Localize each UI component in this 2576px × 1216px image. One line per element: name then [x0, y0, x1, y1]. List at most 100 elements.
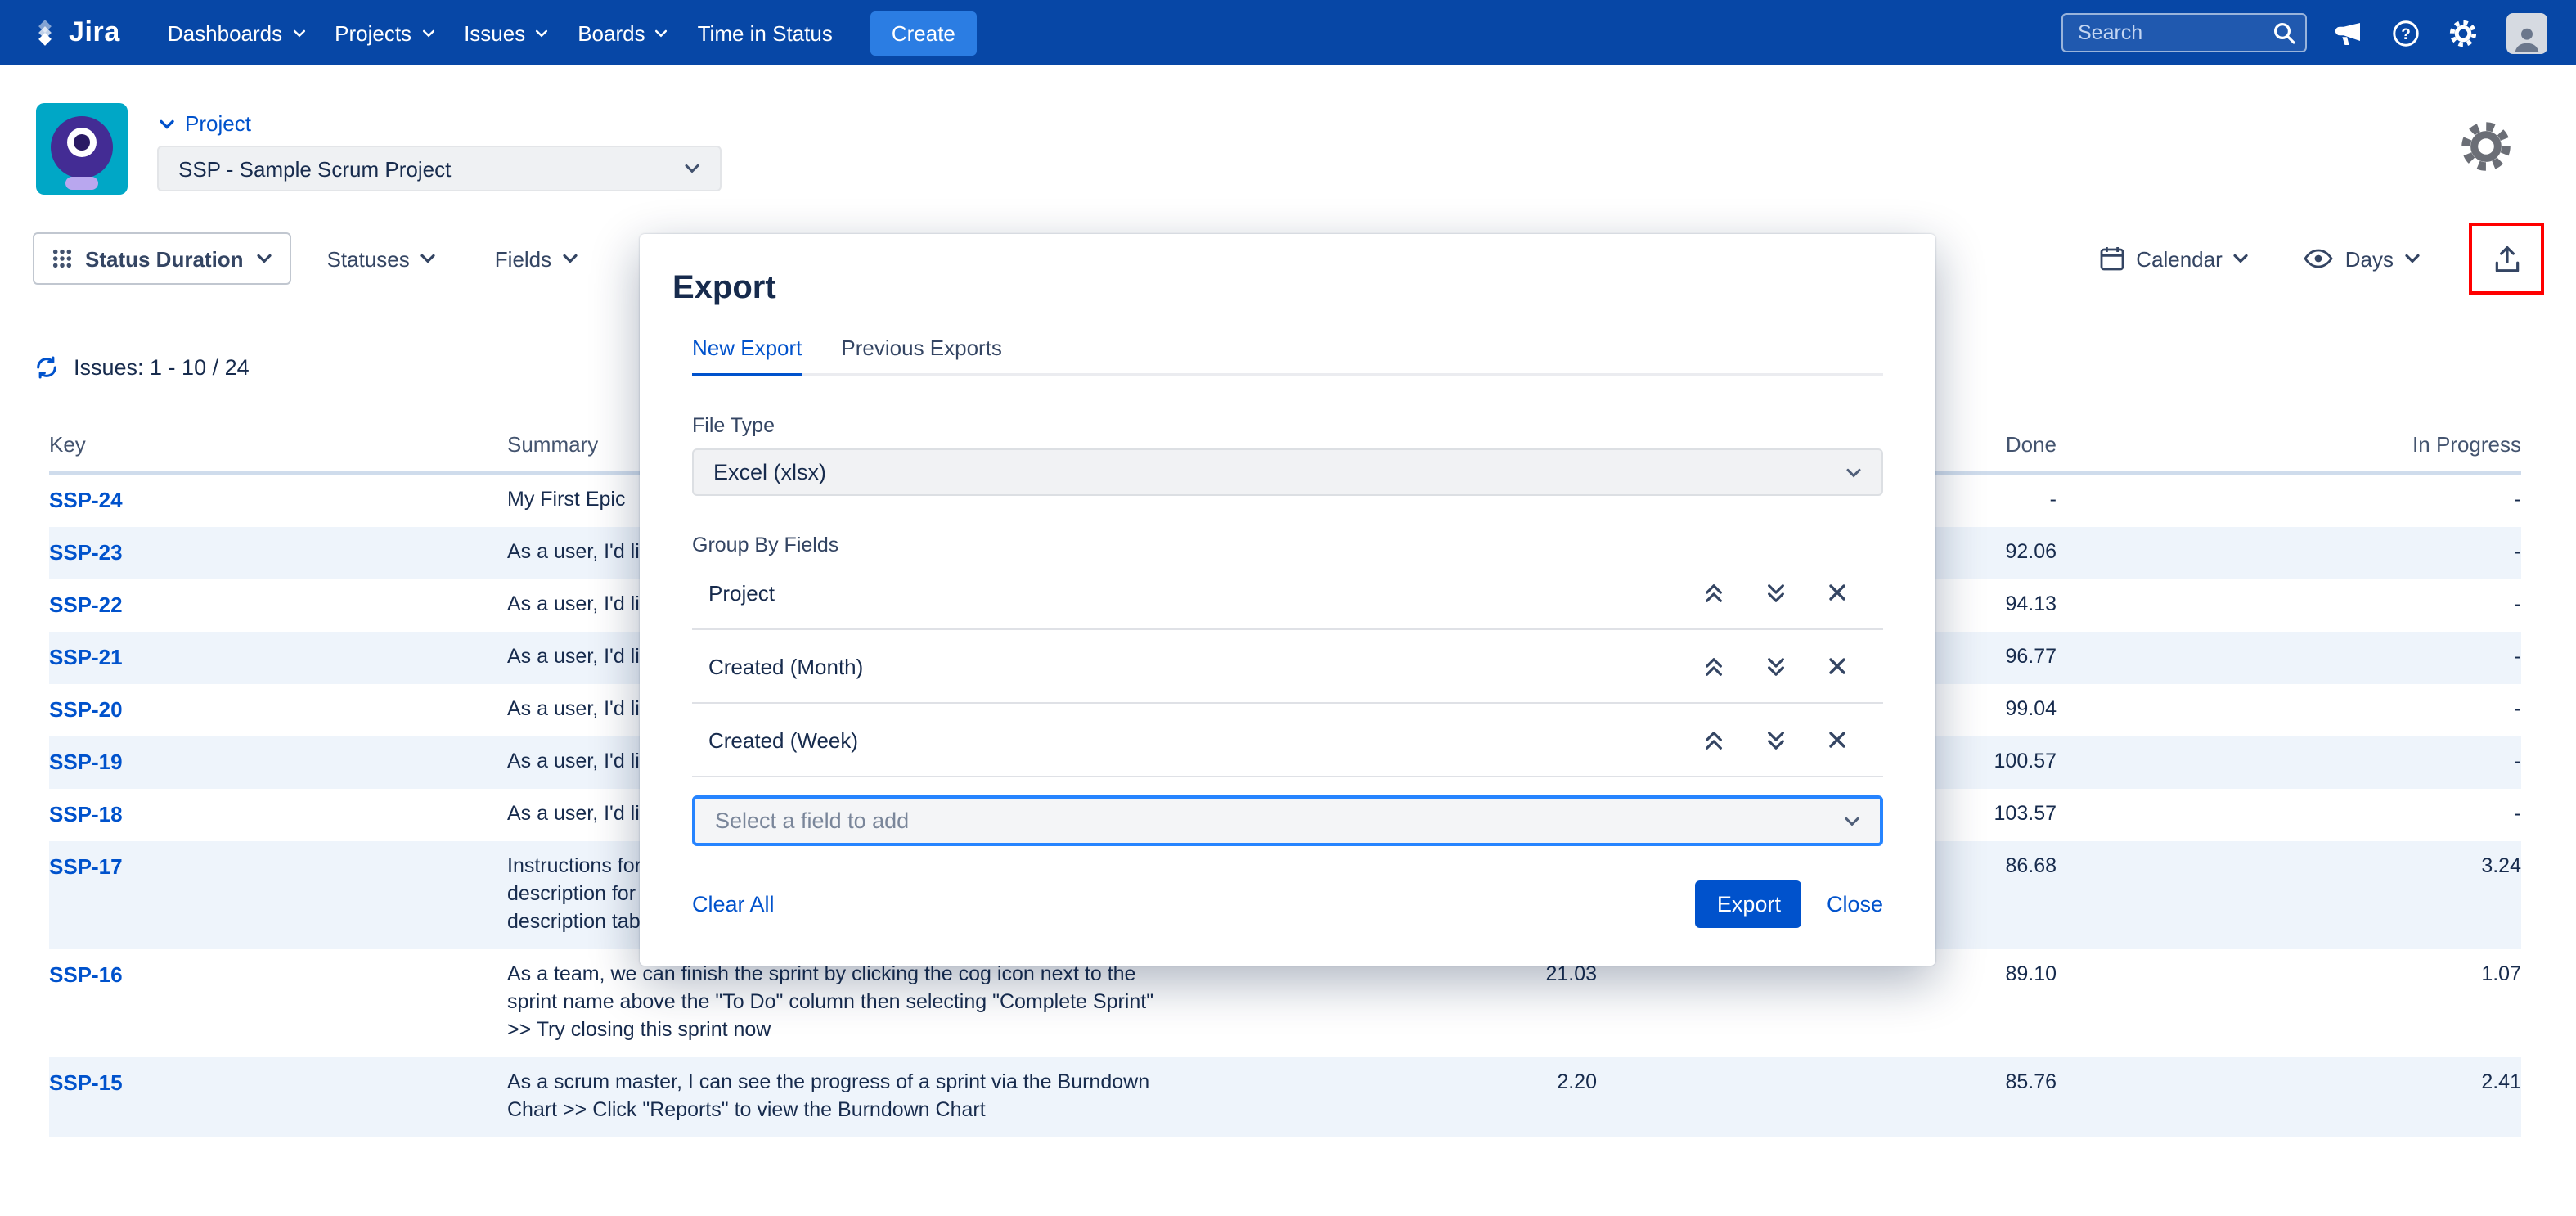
chevron-down-icon — [1845, 467, 1862, 477]
move-up-icon[interactable] — [1703, 582, 1724, 603]
group-field-name: Created (Week) — [708, 727, 858, 752]
search-box — [2061, 13, 2307, 52]
issue-key-link[interactable]: SSP-15 — [49, 1057, 507, 1137]
help-icon[interactable]: ? — [2392, 19, 2420, 47]
chevron-down-icon — [684, 164, 700, 173]
jira-home-link[interactable]: Jira — [29, 16, 120, 49]
nav-item-label: Issues — [464, 20, 525, 45]
group-field-name: Project — [708, 580, 775, 605]
announcement-icon[interactable] — [2335, 20, 2364, 45]
issue-in-progress-value: - — [2057, 632, 2521, 684]
calendar-icon — [2098, 245, 2124, 272]
fields-dropdown[interactable]: Fields — [495, 246, 578, 271]
export-icon[interactable] — [2491, 243, 2522, 274]
avatar-eye — [67, 128, 97, 157]
nav-item-label: Projects — [335, 20, 411, 45]
issues-count-text: Issues: 1 - 10 / 24 — [74, 355, 250, 380]
statuses-dropdown[interactable]: Statuses — [327, 246, 436, 271]
issue-in-progress-value: - — [2057, 473, 2521, 527]
project-select[interactable]: SSP - Sample Scrum Project — [157, 146, 722, 191]
footer-actions: Export Close — [1696, 880, 1883, 928]
chevron-down-icon — [257, 254, 272, 263]
annotation-highlight-box — [2469, 223, 2544, 295]
grid-icon — [52, 249, 72, 268]
project-section-toggle[interactable]: Project — [159, 111, 251, 136]
issue-col3-value: 2.20 — [1129, 1057, 1597, 1137]
top-nav: Jira Dashboards Projects Issues Boards T… — [0, 0, 2576, 65]
group-row-actions — [1703, 655, 1847, 677]
nav-item-time-in-status[interactable]: Time in Status — [683, 0, 847, 65]
nav-item-label: Dashboards — [168, 20, 282, 45]
group-field-row: Created (Month) — [692, 630, 1883, 704]
move-up-icon[interactable] — [1703, 729, 1724, 750]
view-selector-button[interactable]: Status Duration — [33, 232, 291, 285]
refresh-icon[interactable] — [34, 355, 59, 380]
move-down-icon[interactable] — [1765, 655, 1787, 677]
file-type-select[interactable]: Excel (xlsx) — [692, 448, 1883, 496]
export-modal: Export New Export Previous Exports File … — [640, 234, 1935, 966]
page-settings-gear-icon[interactable] — [2457, 118, 2515, 175]
project-header: Project SSP - Sample Scrum Project — [0, 65, 2576, 205]
search-icon — [2273, 21, 2295, 44]
export-button[interactable]: Export — [1696, 880, 1802, 928]
statuses-label: Statuses — [327, 246, 410, 271]
issue-key-link[interactable]: SSP-22 — [49, 579, 507, 632]
issue-key-link[interactable]: SSP-17 — [49, 841, 507, 949]
group-field-name: Created (Month) — [708, 654, 863, 678]
issue-key-link[interactable]: SSP-20 — [49, 684, 507, 736]
chevron-down-icon — [292, 29, 305, 37]
days-dropdown[interactable]: Days — [2304, 246, 2420, 271]
tab-new-export[interactable]: New Export — [692, 336, 802, 373]
project-select-value: SSP - Sample Scrum Project — [178, 156, 451, 181]
user-avatar[interactable] — [2506, 12, 2547, 53]
add-field-select[interactable]: Select a field to add — [692, 795, 1883, 846]
move-down-icon[interactable] — [1765, 729, 1787, 750]
project-avatar — [36, 103, 128, 195]
tab-previous-exports[interactable]: Previous Exports — [841, 336, 1002, 373]
modal-title: Export — [640, 234, 1935, 308]
chevron-down-icon — [159, 119, 175, 128]
nav-item-projects[interactable]: Projects — [320, 0, 449, 65]
column-in-progress: In Progress — [2057, 432, 2521, 473]
search-input[interactable] — [2061, 13, 2307, 52]
remove-icon[interactable] — [1827, 655, 1847, 675]
issue-key-link[interactable]: SSP-21 — [49, 632, 507, 684]
issue-in-progress-value: 2.41 — [2057, 1057, 2521, 1137]
column-key: Key — [49, 432, 507, 473]
chevron-down-icon — [421, 29, 434, 37]
create-button[interactable]: Create — [870, 11, 977, 55]
remove-icon[interactable] — [1827, 582, 1847, 601]
close-link[interactable]: Close — [1827, 892, 1883, 917]
issue-key-link[interactable]: SSP-18 — [49, 789, 507, 841]
brand-name: Jira — [69, 16, 120, 49]
issue-summary: As a scrum master, I can see the progres… — [507, 1057, 1129, 1137]
clear-all-link[interactable]: Clear All — [692, 892, 775, 917]
calendar-dropdown[interactable]: Calendar — [2098, 245, 2249, 272]
issue-in-progress-value: - — [2057, 684, 2521, 736]
issue-done-value: 85.76 — [1597, 1057, 2057, 1137]
nav-item-boards[interactable]: Boards — [563, 0, 682, 65]
group-field-row: Project — [692, 556, 1883, 630]
toolbar-right: Calendar Days — [2098, 223, 2544, 295]
issue-in-progress-value: - — [2057, 579, 2521, 632]
move-down-icon[interactable] — [1765, 582, 1787, 603]
chevron-down-icon — [2234, 254, 2249, 263]
add-field-placeholder: Select a field to add — [715, 808, 909, 833]
issue-key-link[interactable]: SSP-19 — [49, 736, 507, 789]
modal-body: New Export Previous Exports File Type Ex… — [640, 336, 1935, 928]
remove-icon[interactable] — [1827, 729, 1847, 749]
chevron-down-icon — [563, 254, 578, 263]
calendar-label: Calendar — [2136, 246, 2223, 271]
group-by-label: Group By Fields — [692, 534, 1883, 556]
nav-item-dashboards[interactable]: Dashboards — [153, 0, 320, 65]
issue-key-link[interactable]: SSP-23 — [49, 527, 507, 579]
issue-key-link[interactable]: SSP-16 — [49, 949, 507, 1057]
settings-gear-icon[interactable] — [2448, 17, 2479, 48]
issue-key-link[interactable]: SSP-24 — [49, 473, 507, 527]
chevron-down-icon — [535, 29, 548, 37]
modal-footer: Clear All Export Close — [692, 880, 1883, 928]
nav-item-issues[interactable]: Issues — [449, 0, 563, 65]
chevron-down-icon — [421, 254, 436, 263]
move-up-icon[interactable] — [1703, 655, 1724, 677]
nav-item-label: Time in Status — [698, 20, 833, 45]
